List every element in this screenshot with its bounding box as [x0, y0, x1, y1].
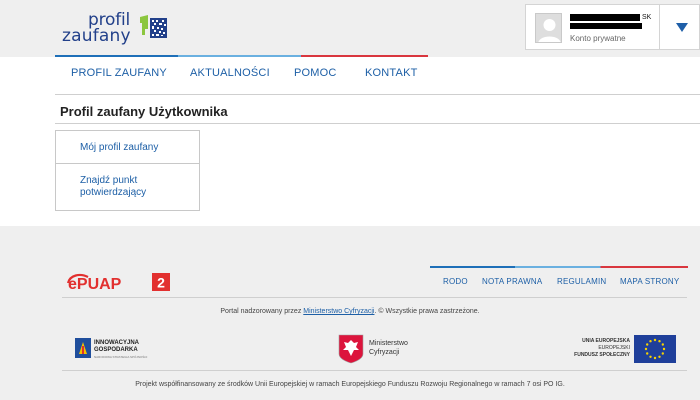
main-content: PROFIL ZAUFANY AKTUALNOŚCI POMOC KONTAKT… — [0, 57, 700, 226]
user-silhouette-icon — [538, 19, 561, 42]
mc-text: Ministerstwo Cyfryzacji — [369, 339, 408, 357]
main-nav: PROFIL ZAUFANY AKTUALNOŚCI POMOC KONTAKT — [55, 57, 700, 95]
footer-link-mapa-strony[interactable]: MAPA STRONY — [620, 277, 679, 286]
epuap-wordmark: ePUAP — [68, 276, 122, 293]
ig-small: NARODOWA STRATEGIA SPÓJNOŚCI — [94, 355, 148, 359]
side-menu: Mój profil zaufany Znajdź punkt potwierd… — [55, 130, 200, 211]
profil-zaufany-logo[interactable]: profil zaufany — [60, 10, 175, 46]
user-panel-divider — [659, 5, 660, 49]
avatar — [535, 13, 562, 43]
nav-pomoc[interactable]: POMOC — [294, 67, 337, 79]
redacted-name-bar — [570, 14, 640, 21]
site-header: profil zaufany SKI Kon — [0, 0, 700, 57]
user-name-suffix: SKI — [642, 14, 652, 21]
user-panel[interactable]: SKI Konto prywatne — [525, 4, 700, 50]
ig-line-1: INNOWACYJNA — [94, 340, 140, 346]
eu-line-1: UNIA EUROPEJSKA — [582, 338, 630, 344]
eu-line-3: FUNDUSZ SPOŁECZNY — [574, 352, 630, 358]
chevron-down-icon[interactable] — [667, 12, 697, 42]
epuap-logo[interactable]: ePUAP 2 — [66, 270, 176, 294]
user-name: SKI — [570, 13, 652, 22]
ig-line-2: GOSPODARKA — [94, 347, 138, 353]
innowacyjna-gospodarka-logo: INNOWACYJNA GOSPODARKA NARODOWA STRATEGI… — [75, 336, 165, 362]
footer-link-rodo[interactable]: RODO — [443, 277, 468, 286]
logo-mark-icon — [140, 15, 167, 38]
ministerstwo-cyfryzacji-logo: Ministerstwo Cyfryzacji — [338, 334, 438, 364]
notice-prefix: Portal nadzorowany przez — [220, 308, 304, 315]
logo-line-2: zaufany — [62, 26, 131, 46]
footer-divider — [62, 297, 687, 298]
ig-emblem-icon — [75, 338, 91, 358]
unia-europejska-logo: UNIA EUROPEJSKA EUROPEJSKI FUNDUSZ SPOŁE… — [560, 334, 678, 364]
eu-line-2: EUROPEJSKI — [598, 345, 630, 351]
footer-divider-2 — [62, 370, 687, 371]
title-divider — [55, 123, 700, 124]
eu-flag-icon — [634, 335, 676, 363]
cofinancing-note: Projekt współfinansowany ze środków Unii… — [135, 381, 565, 388]
notice-suffix: . © Wszystkie prawa zastrzeżone. — [374, 308, 480, 315]
eu-text: UNIA EUROPEJSKA EUROPEJSKI FUNDUSZ SPOŁE… — [560, 338, 630, 359]
epuap-version: 2 — [157, 275, 165, 291]
nav-kontakt[interactable]: KONTAKT — [365, 67, 418, 79]
mc-line-1: Ministerstwo — [369, 340, 408, 347]
logo-wordmark: profil zaufany — [62, 12, 131, 46]
redacted-name-bar-2 — [570, 23, 642, 29]
nav-aktualnosci[interactable]: AKTUALNOŚCI — [190, 67, 270, 79]
polish-eagle-icon — [338, 334, 364, 364]
menu-item-find-point[interactable]: Znajdź punkt potwierdzający — [56, 164, 199, 199]
menu-item-my-profile[interactable]: Mój profil zaufany — [56, 131, 199, 164]
mc-line-2: Cyfryzacji — [369, 349, 400, 356]
footer-link-regulamin[interactable]: REGULAMIN — [557, 277, 606, 286]
ministry-link[interactable]: Ministerstwo Cyfryzacji — [303, 308, 374, 315]
page-title: Profil zaufany Użytkownika — [60, 104, 228, 119]
footer-tricolor-line — [430, 266, 688, 268]
account-type: Konto prywatne — [570, 34, 626, 43]
nav-profil-zaufany[interactable]: PROFIL ZAUFANY — [71, 67, 167, 79]
footer-link-nota-prawna[interactable]: NOTA PRAWNA — [482, 277, 542, 286]
ig-text: INNOWACYJNA GOSPODARKA — [94, 340, 139, 354]
copyright-notice: Portal nadzorowany przez Ministerstwo Cy… — [0, 308, 700, 315]
